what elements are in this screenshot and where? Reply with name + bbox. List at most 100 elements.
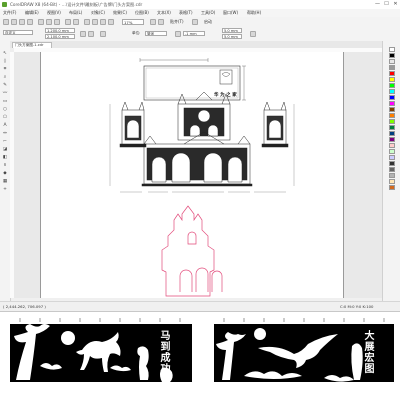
zoom-level-field[interactable]: 17% xyxy=(122,19,144,25)
treat-as-filled-icon[interactable] xyxy=(250,31,256,37)
redo-icon[interactable] xyxy=(73,19,79,25)
page-preset-select[interactable]: 自定义 xyxy=(3,30,33,35)
portrait-icon[interactable] xyxy=(80,31,86,37)
palette-swatch[interactable] xyxy=(389,113,395,118)
menu-object[interactable]: 对象(C) xyxy=(91,9,105,17)
palette-swatch[interactable] xyxy=(389,89,395,94)
palette-swatch[interactable] xyxy=(389,71,395,76)
cut-icon[interactable] xyxy=(38,19,44,25)
transparency-tool-icon[interactable]: ◧ xyxy=(2,155,8,160)
publish-pdf-icon[interactable] xyxy=(108,19,114,25)
palette-swatch[interactable] xyxy=(389,167,395,172)
duplicate-distance-y-field[interactable]: 5.0 mm xyxy=(222,34,242,39)
application-launcher[interactable]: 启动 xyxy=(204,18,212,26)
smart-fill-tool-icon[interactable]: ▦ xyxy=(2,179,8,184)
freehand-tool-icon[interactable]: ✎ xyxy=(2,83,8,88)
menu-edit[interactable]: 编辑(E) xyxy=(25,9,39,17)
full-screen-icon[interactable] xyxy=(150,19,156,25)
menu-help[interactable]: 帮助(H) xyxy=(247,9,261,17)
page-height-field[interactable]: 2,100.0 mm xyxy=(45,34,75,39)
connector-tool-icon[interactable]: ⌐ xyxy=(2,139,8,144)
palette-swatch[interactable] xyxy=(389,131,395,136)
print-icon[interactable] xyxy=(27,19,33,25)
copy-icon[interactable] xyxy=(46,19,52,25)
palette-swatch[interactable] xyxy=(389,173,395,178)
paste-icon[interactable] xyxy=(54,19,60,25)
palette-swatch[interactable] xyxy=(389,83,395,88)
new-document-icon[interactable] xyxy=(3,19,9,25)
menu-window[interactable]: 窗口(W) xyxy=(223,9,238,17)
palette-swatch[interactable] xyxy=(389,185,395,190)
menu-text[interactable]: 文本(X) xyxy=(157,9,171,17)
palette-swatch[interactable] xyxy=(389,161,395,166)
app-window: CorelDRAW X8 (64-Bit) - …\设计文件\雕刻板\广告牌\门… xyxy=(0,0,400,312)
nudge-icon xyxy=(175,31,181,37)
nudge-distance-field[interactable]: .1 mm xyxy=(183,31,205,36)
palette-swatch[interactable] xyxy=(389,59,395,64)
pink-outline-drawing[interactable] xyxy=(161,205,223,297)
text-tool-icon[interactable]: A xyxy=(2,123,8,128)
export-icon[interactable] xyxy=(100,19,106,25)
palette-swatch[interactable] xyxy=(389,143,395,148)
pick-tool-icon[interactable]: ↖ xyxy=(2,51,8,56)
minimize-button[interactable]: — xyxy=(373,0,382,9)
palette-swatch[interactable] xyxy=(389,179,395,184)
palette-swatch[interactable] xyxy=(389,119,395,124)
close-button[interactable]: ✕ xyxy=(391,0,400,9)
left-tower-drawing[interactable] xyxy=(119,101,147,148)
all-pages-icon[interactable] xyxy=(100,31,106,37)
units-select[interactable]: 毫米 xyxy=(145,31,167,36)
drop-shadow-tool-icon[interactable]: ◪ xyxy=(2,147,8,152)
import-icon[interactable] xyxy=(92,19,98,25)
ellipse-tool-icon[interactable]: ○ xyxy=(2,107,8,112)
save-icon[interactable] xyxy=(19,19,25,25)
palette-swatch[interactable] xyxy=(389,47,395,52)
drawing-canvas[interactable]: 华 为 之 家 xyxy=(14,52,382,298)
menu-table[interactable]: 表格(T) xyxy=(179,9,193,17)
banner-horse: 马到成功 xyxy=(10,318,192,388)
open-icon[interactable] xyxy=(11,19,17,25)
options-icon[interactable] xyxy=(192,19,198,25)
fill-color-info: C:0 M:0 Y:0 K:100 xyxy=(340,304,374,309)
palette-swatch[interactable] xyxy=(389,101,395,106)
palette-swatch[interactable] xyxy=(389,125,395,130)
interactive-fill-tool-icon[interactable]: ◆ xyxy=(2,171,8,176)
right-tower-drawing[interactable] xyxy=(261,101,289,148)
add-tool-icon[interactable]: + xyxy=(2,187,8,192)
palette-swatch[interactable] xyxy=(389,107,395,112)
search-content-icon[interactable] xyxy=(84,19,90,25)
show-rulers-icon[interactable] xyxy=(158,19,164,25)
palette-swatch[interactable] xyxy=(389,53,395,58)
menu-tools[interactable]: 工具(O) xyxy=(201,9,215,17)
menu-layout[interactable]: 布局(L) xyxy=(69,9,82,17)
zoom-tool-icon[interactable]: ⌕ xyxy=(2,75,8,80)
shape-tool-icon[interactable]: ◊ xyxy=(2,59,8,64)
palette-swatch[interactable] xyxy=(389,137,395,142)
palette-swatch[interactable] xyxy=(389,155,395,160)
palette-swatch[interactable] xyxy=(389,65,395,70)
menu-effects[interactable]: 效果(C) xyxy=(113,9,127,17)
polygon-tool-icon[interactable]: ⬠ xyxy=(2,115,8,120)
rectangle-tool-icon[interactable]: ▭ xyxy=(2,99,8,104)
banner-eagle-text: 大展宏图 xyxy=(362,330,373,374)
menu-bitmaps[interactable]: 位图(B) xyxy=(135,9,149,17)
artistic-media-tool-icon[interactable]: 〰 xyxy=(2,91,8,96)
menu-view[interactable]: 视图(V) xyxy=(47,9,61,17)
palette-swatch[interactable] xyxy=(389,95,395,100)
drawing-artwork[interactable]: 华 为 之 家 xyxy=(14,52,382,298)
maximize-button[interactable]: ☐ xyxy=(382,0,391,9)
center-facade-drawing[interactable] xyxy=(177,91,231,141)
color-palette xyxy=(382,41,400,301)
parallel-dimension-tool-icon[interactable]: ↔ xyxy=(2,131,8,136)
status-bar: ( 2,444.262, 706.097 ) C:0 M:0 Y:0 K:100 xyxy=(0,301,400,311)
crop-tool-icon[interactable]: ⌗ xyxy=(2,67,8,72)
duplicate-distance-x-field[interactable]: 5.0 mm xyxy=(222,28,242,33)
landscape-icon[interactable] xyxy=(88,31,94,37)
palette-swatch[interactable] xyxy=(389,77,395,82)
menu-file[interactable]: 文件(F) xyxy=(3,9,16,17)
page-width-field[interactable]: 1,200.0 mm xyxy=(45,28,75,33)
palette-swatch[interactable] xyxy=(389,149,395,154)
undo-icon[interactable] xyxy=(65,19,71,25)
snap-to-menu[interactable]: 贴齐(T) xyxy=(170,18,184,26)
color-eyedropper-tool-icon[interactable]: ⌽ xyxy=(2,163,8,168)
